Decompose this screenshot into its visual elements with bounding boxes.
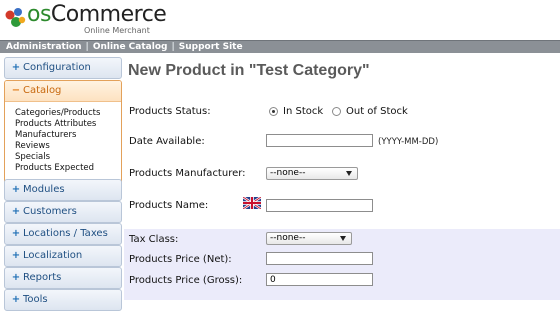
oscommerce-logo-icon	[5, 8, 26, 27]
price-net-input[interactable]	[266, 252, 373, 265]
status-in-stock-label[interactable]: In Stock	[283, 106, 323, 117]
nav-link-support-site[interactable]: Support Site	[179, 42, 243, 52]
submenu-item-categories-products[interactable]: Categories/Products	[15, 108, 121, 119]
logo-subtitle: Online Merchant	[84, 26, 150, 35]
sidebar-item-configuration[interactable]: + Configuration	[4, 57, 122, 79]
sidebar-item-tools[interactable]: + Tools	[4, 289, 122, 311]
english-flag-icon	[243, 197, 261, 209]
manufacturer-label: Products Manufacturer:	[129, 168, 246, 179]
sidebar-item-label: Catalog	[23, 85, 62, 96]
products-name-label: Products Name:	[129, 200, 209, 211]
nav-link-administration[interactable]: Administration	[6, 42, 82, 52]
expand-icon: +	[11, 62, 21, 73]
tax-class-select-value: --none--	[270, 233, 306, 243]
date-available-label: Date Available:	[129, 136, 205, 147]
sidebar-item-localization[interactable]: + Localization	[4, 245, 122, 267]
price-net-label: Products Price (Net):	[129, 254, 232, 265]
expand-icon: +	[11, 184, 21, 195]
catalog-submenu: Categories/Products Products Attributes …	[15, 108, 121, 174]
nav-link-online-catalog[interactable]: Online Catalog	[93, 42, 168, 52]
sidebar-item-label: Configuration	[23, 62, 91, 73]
submenu-item-products-expected[interactable]: Products Expected	[15, 163, 121, 174]
dropdown-arrow-icon	[346, 171, 352, 176]
sidebar-section-catalog: − Catalog Categories/Products Products At…	[4, 80, 122, 184]
status-in-stock-radio[interactable]	[269, 107, 278, 116]
nav-separator: |	[171, 42, 175, 52]
products-name-input[interactable]	[266, 199, 373, 212]
status-label: Products Status:	[129, 106, 211, 117]
sidebar-item-label: Localization	[23, 250, 83, 261]
expand-icon: +	[11, 272, 21, 283]
price-gross-label: Products Price (Gross):	[129, 275, 243, 286]
status-out-of-stock-radio[interactable]	[332, 107, 341, 116]
sidebar-item-modules[interactable]: + Modules	[4, 179, 122, 201]
manufacturer-select-value: --none--	[270, 168, 306, 178]
tax-class-label: Tax Class:	[129, 234, 179, 245]
sidebar-item-label: Customers	[23, 206, 77, 217]
manufacturer-select[interactable]: --none--	[266, 167, 358, 180]
status-out-of-stock-label[interactable]: Out of Stock	[346, 106, 408, 117]
sidebar-item-reports[interactable]: + Reports	[4, 267, 122, 289]
sidebar-item-customers[interactable]: + Customers	[4, 201, 122, 223]
sidebar-item-locations-taxes[interactable]: + Locations / Taxes	[4, 223, 122, 245]
submenu-item-reviews[interactable]: Reviews	[15, 141, 121, 152]
date-available-input[interactable]	[266, 134, 373, 147]
sidebar-item-label: Locations / Taxes	[23, 228, 108, 239]
expand-icon: +	[11, 250, 21, 261]
tax-class-select[interactable]: --none--	[266, 232, 352, 245]
logo-text: osCommerce	[27, 2, 167, 27]
date-format-hint: (YYYY-MM-DD)	[378, 137, 439, 147]
expand-icon: +	[11, 206, 21, 217]
header: osCommerce Online Merchant	[0, 0, 560, 40]
sidebar-item-label: Reports	[23, 272, 62, 283]
dropdown-arrow-icon	[340, 236, 346, 241]
submenu-item-products-attributes[interactable]: Products Attributes	[15, 119, 121, 130]
top-nav: Administration | Online Catalog | Support Si…	[0, 40, 560, 53]
expand-icon: +	[11, 294, 21, 305]
submenu-item-manufacturers[interactable]: Manufacturers	[15, 130, 121, 141]
collapse-icon: −	[11, 85, 21, 96]
sidebar-item-label: Modules	[23, 184, 65, 195]
page-title: New Product in "Test Category"	[128, 62, 370, 79]
sidebar-item-catalog[interactable]: − Catalog	[5, 81, 121, 102]
submenu-item-specials[interactable]: Specials	[15, 152, 121, 163]
nav-separator: |	[85, 42, 89, 52]
expand-icon: +	[11, 228, 21, 239]
price-gross-input[interactable]	[266, 273, 373, 286]
